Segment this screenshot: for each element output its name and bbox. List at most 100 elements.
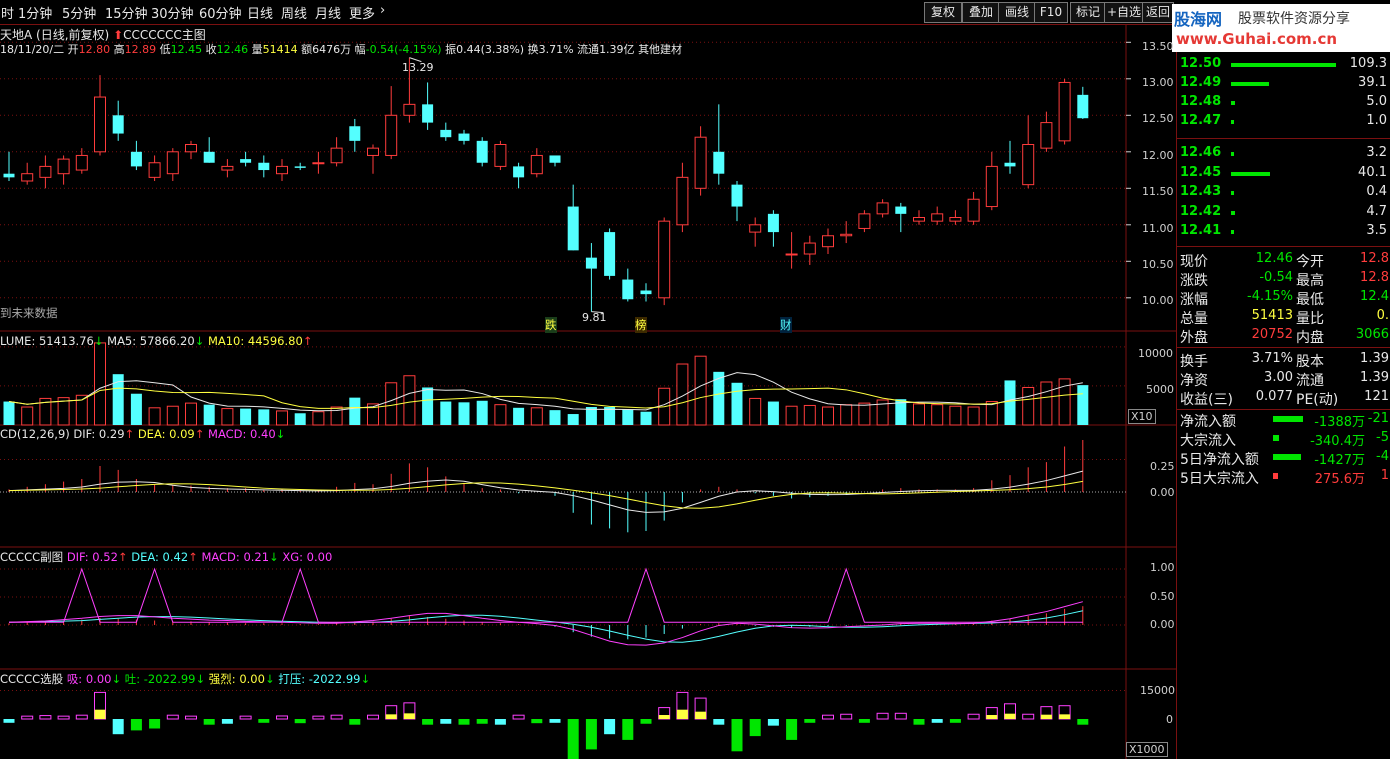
- buy-vol: 4.7: [1366, 203, 1387, 219]
- candle-body: [276, 165, 288, 175]
- volume-bar: [494, 404, 507, 426]
- mark-button[interactable]: 标记: [1070, 2, 1106, 23]
- candle-body: [75, 154, 88, 171]
- logo-url: www.Guhai.com.cn: [1176, 30, 1338, 48]
- low-mark-label: 9.81: [582, 311, 607, 324]
- sub-xg-line: [9, 567, 1083, 623]
- candle-body: [385, 114, 398, 156]
- select-bar: [1077, 719, 1089, 725]
- axis-label: 12.50: [1142, 112, 1174, 125]
- candle: [676, 162, 689, 233]
- candle-body: [967, 198, 980, 222]
- select-bar: [203, 719, 215, 725]
- logo-brand: 股海网: [1174, 10, 1223, 29]
- period-tab-15min[interactable]: 15分钟: [105, 3, 148, 22]
- quote-value: 12.4: [1360, 288, 1389, 304]
- tag-die[interactable]: 跌: [545, 317, 557, 333]
- sub-macd: MACD: 0.21: [201, 550, 270, 564]
- candle: [39, 155, 52, 189]
- candle-body: [57, 158, 70, 175]
- candle-body: [931, 213, 944, 222]
- buy-vol: 3.5: [1366, 223, 1387, 238]
- candle: [458, 129, 470, 145]
- volume-ma5: MA5: 57866.20: [107, 334, 195, 348]
- period-tab-time[interactable]: 时: [1, 3, 14, 22]
- volume-bar: [385, 382, 398, 426]
- volume-pane-header: LUME: 51413.76↓ MA5: 57866.20↓ MA10: 445…: [0, 334, 313, 348]
- candle-body: [604, 232, 616, 276]
- candle: [567, 184, 579, 251]
- period-tab-5min[interactable]: 5分钟: [62, 3, 96, 22]
- candle: [240, 151, 252, 167]
- chevron-right-icon[interactable]: ›: [380, 3, 385, 18]
- quote-value: 12.8: [1360, 250, 1389, 266]
- candle: [549, 155, 561, 167]
- overlay-button[interactable]: 叠加: [962, 2, 1000, 23]
- buy-vol: 0.4: [1366, 184, 1387, 199]
- candle: [21, 162, 34, 185]
- axis-label: 5000: [1146, 383, 1174, 396]
- candle: [731, 181, 743, 222]
- volume-bar: [967, 406, 980, 426]
- candle: [1077, 86, 1089, 119]
- add-watchlist-button[interactable]: +自选: [1104, 2, 1144, 23]
- candle: [422, 82, 434, 130]
- volume-bar: [622, 409, 634, 425]
- select-bar: [604, 719, 616, 735]
- buy-price: 12.42: [1180, 203, 1222, 219]
- select-bar: [3, 719, 15, 723]
- select-bar: [21, 715, 34, 720]
- candle: [203, 137, 215, 163]
- restore-rights-button[interactable]: 复权: [924, 2, 962, 23]
- volume-bars: [3, 342, 1089, 426]
- volume-bar: [803, 404, 816, 426]
- volume-bar: [749, 397, 762, 426]
- quote-value: 12.8: [1360, 269, 1389, 285]
- period-tab-daily[interactable]: 日线: [247, 3, 273, 22]
- quote-key: 外盘: [1180, 329, 1208, 346]
- select-strong-bar: [1059, 714, 1071, 719]
- select-bar: [276, 715, 288, 720]
- back-button[interactable]: 返回: [1142, 2, 1174, 23]
- draw-line-button[interactable]: 画线: [998, 2, 1036, 23]
- buy-price: 12.41: [1180, 223, 1222, 238]
- buy-vol-bar: [1231, 191, 1234, 195]
- period-tab-weekly[interactable]: 周线: [281, 3, 307, 22]
- select-unit-badge: X1000: [1126, 742, 1168, 757]
- period-tab-30min[interactable]: 30分钟: [151, 3, 194, 22]
- period-tab-60min[interactable]: 60分钟: [199, 3, 242, 22]
- candle-body: [713, 151, 725, 174]
- candle-body: [822, 235, 834, 248]
- candle-body: [567, 206, 579, 251]
- candle: [148, 155, 161, 181]
- flow-bar: [1273, 415, 1303, 422]
- tag-cai[interactable]: 财: [780, 317, 792, 333]
- vol-value: 51414: [262, 43, 298, 56]
- candle-body: [1022, 144, 1035, 186]
- volume-bar: [549, 410, 561, 425]
- sub-label: CCCCC副图: [0, 550, 64, 564]
- volume-bar: [276, 410, 288, 426]
- quote-key: 涨幅: [1180, 291, 1208, 308]
- tag-bang[interactable]: 榜: [635, 317, 647, 333]
- candle: [1040, 111, 1053, 152]
- period-tab-monthly[interactable]: 月线: [315, 3, 341, 22]
- sub-indicator: [8, 567, 1084, 646]
- candle: [876, 199, 889, 218]
- sell-vol: 109.3: [1349, 56, 1387, 71]
- candle: [913, 210, 925, 225]
- flow-key: 5日净流入额: [1180, 451, 1259, 468]
- volume-bar: [349, 397, 361, 425]
- kline-chart-area[interactable]: [0, 25, 1176, 759]
- flow-value2: -4: [1376, 448, 1389, 464]
- f10-button[interactable]: F10: [1034, 2, 1068, 23]
- period-tab-more[interactable]: 更多: [349, 3, 375, 22]
- quote-key: 总量: [1180, 310, 1208, 327]
- period-tab-1min[interactable]: 1分钟: [18, 3, 52, 22]
- candle-body: [458, 133, 470, 141]
- volume-bar: [403, 375, 416, 426]
- buy-price: 12.46: [1180, 145, 1222, 160]
- volume-bar: [294, 413, 306, 425]
- select-bar: [531, 719, 543, 724]
- select-bar: [804, 719, 816, 723]
